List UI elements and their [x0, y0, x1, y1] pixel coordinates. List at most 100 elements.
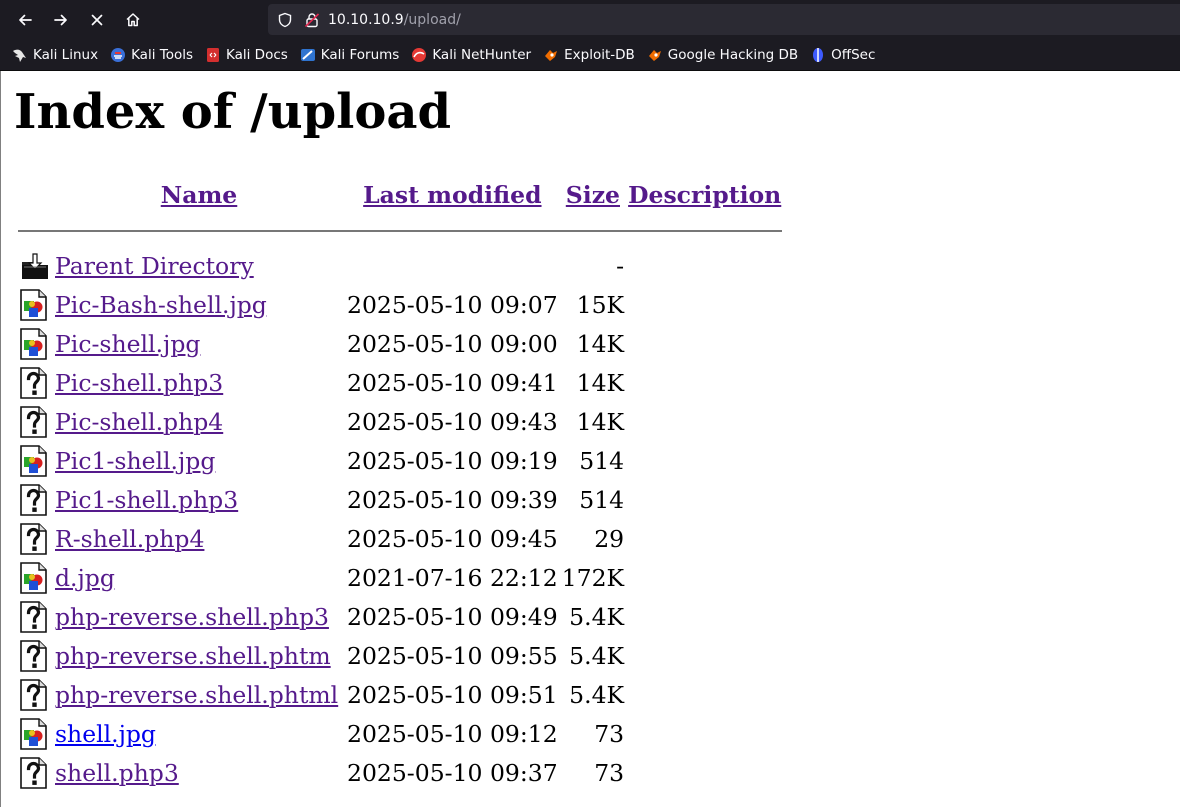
file-link[interactable]: php-reverse.shell.phtm [55, 642, 331, 670]
image-file-icon [18, 442, 52, 479]
table-row: Parent Directory - [18, 247, 782, 284]
size-cell: 5.4K [569, 680, 625, 709]
table-row: d.jpg 2021-07-16 22:12 172K [18, 559, 782, 596]
description-cell [627, 286, 782, 323]
last-modified-cell: 2025-05-10 09:43 [347, 407, 558, 436]
bookmark-kali-linux[interactable]: Kali Linux [12, 47, 98, 63]
bookmark-google-hacking-db[interactable]: Google Hacking DB [647, 47, 798, 63]
address-bar[interactable]: 10.10.10.9/upload/ [268, 4, 1180, 35]
bookmark-kali-forums[interactable]: Kali Forums [300, 47, 399, 63]
description-cell [627, 481, 782, 518]
bookmark-label: Exploit-DB [564, 46, 635, 63]
file-name-cell: php-reverse.shell.php3 [54, 598, 344, 635]
description-cell [627, 364, 782, 401]
last-modified-cell: 2025-05-10 09:12 [347, 719, 558, 748]
description-cell [627, 403, 782, 440]
bookmark-offsec[interactable]: OffSec [810, 47, 875, 63]
size-cell: 15K [576, 290, 625, 319]
home-icon [126, 12, 140, 26]
file-link[interactable]: d.jpg [55, 564, 115, 592]
size-cell: 5.4K [569, 602, 625, 631]
table-row: Pic-shell.jpg 2025-05-10 09:00 14K [18, 325, 782, 362]
kali-dragon-icon [12, 47, 28, 63]
header-divider-cell [18, 219, 783, 245]
file-link[interactable]: Pic-shell.php3 [55, 369, 223, 397]
file-name-cell: Pic-Bash-shell.jpg [54, 286, 344, 323]
forward-arrow-icon [54, 14, 67, 25]
file-link[interactable]: Pic-shell.php4 [55, 408, 223, 436]
header-last-modified: Last modified [346, 173, 559, 217]
file-name-cell: Pic1-shell.php3 [54, 481, 344, 518]
bookmark-label: Kali Tools [131, 46, 193, 63]
last-modified-cell: 2025-05-10 09:55 [347, 641, 558, 670]
size-cell: 73 [594, 758, 625, 787]
file-link[interactable]: php-reverse.shell.php3 [55, 603, 329, 631]
browser-chrome: 10.10.10.9/upload/ Kali Linux Kali Tools K… [0, 0, 1180, 71]
ghdb-icon [647, 47, 663, 63]
file-link[interactable]: Pic-shell.jpg [55, 330, 200, 358]
table-row: Pic-Bash-shell.jpg 2025-05-10 09:07 15K [18, 286, 782, 323]
kali-tools-icon [110, 47, 126, 63]
sort-by-description-link[interactable]: Description [628, 181, 781, 209]
size-cell: 14K [576, 368, 625, 397]
last-modified-cell: 2025-05-10 09:19 [347, 446, 558, 475]
url-path: /upload/ [403, 11, 461, 28]
kali-forums-icon [300, 47, 316, 63]
sort-by-size-link[interactable]: Size [566, 181, 620, 209]
file-name-cell: Pic1-shell.jpg [54, 442, 344, 479]
header-divider [18, 229, 783, 232]
image-file-icon [18, 715, 52, 752]
last-modified-cell: 2025-05-10 09:51 [347, 680, 558, 709]
sort-by-last-modified-link[interactable]: Last modified [363, 181, 541, 209]
last-modified-cell: 2025-05-10 09:41 [347, 368, 558, 397]
description-cell [627, 676, 782, 713]
navigation-toolbar: 10.10.10.9/upload/ [0, 0, 1180, 39]
tracking-protection-shield-icon[interactable] [277, 12, 293, 28]
sort-by-name-link[interactable]: Name [161, 181, 238, 209]
size-cell: 5.4K [569, 641, 625, 670]
image-file-icon [18, 325, 52, 362]
table-row: php-reverse.shell.phtml 2025-05-10 09:51 5… [18, 676, 782, 713]
description-cell [627, 520, 782, 557]
bookmark-label: OffSec [831, 46, 876, 63]
file-link[interactable]: R-shell.php4 [55, 525, 204, 553]
bookmark-kali-nethunter[interactable]: Kali NetHunter [411, 47, 531, 63]
unknown-file-icon [18, 676, 52, 713]
file-link[interactable]: Parent Directory [55, 252, 254, 280]
back-button[interactable] [7, 5, 43, 35]
bookmark-kali-docs[interactable]: Kali Docs [205, 47, 288, 63]
table-row: Pic1-shell.jpg 2025-05-10 09:19 514 [18, 442, 782, 479]
home-button[interactable] [115, 5, 151, 35]
last-modified-cell: 2025-05-10 09:00 [347, 329, 558, 358]
bookmarks-toolbar: Kali Linux Kali Tools Kali Docs Kali Forums… [0, 39, 1180, 71]
bookmark-label: Google Hacking DB [667, 46, 799, 63]
file-link[interactable]: shell.jpg [55, 720, 156, 748]
file-link[interactable]: Pic-Bash-shell.jpg [55, 291, 267, 319]
file-name-cell: Parent Directory [54, 247, 344, 284]
insecure-lock-icon[interactable] [304, 12, 320, 28]
bookmark-kali-tools[interactable]: Kali Tools [110, 47, 193, 63]
file-link[interactable]: Pic1-shell.php3 [55, 486, 238, 514]
file-link[interactable]: Pic1-shell.jpg [55, 447, 215, 475]
file-link[interactable]: shell.php3 [55, 759, 179, 787]
bookmark-exploit-db[interactable]: Exploit-DB [543, 47, 635, 63]
description-cell [627, 442, 782, 479]
description-cell [627, 754, 782, 791]
table-row: Pic-shell.php3 2025-05-10 09:41 14K [18, 364, 782, 401]
table-row: php-reverse.shell.php3 2025-05-10 09:49 5.… [18, 598, 782, 635]
close-icon [91, 14, 103, 25]
table-row: shell.jpg 2025-05-10 09:12 73 [18, 715, 782, 752]
file-name-cell: shell.jpg [54, 715, 344, 752]
forward-button[interactable] [43, 5, 79, 35]
unknown-file-icon [18, 481, 52, 518]
last-modified-cell: 2025-05-10 09:07 [347, 290, 558, 319]
bookmark-label: Kali NetHunter [432, 46, 532, 63]
last-modified-cell: 2025-05-10 09:39 [347, 485, 558, 514]
bookmark-label: Kali Linux [33, 46, 99, 63]
image-file-icon [18, 286, 52, 323]
header-name: Name [54, 173, 344, 217]
header-size: Size [561, 173, 625, 217]
size-cell: 514 [579, 446, 625, 475]
stop-loading-button[interactable] [79, 5, 115, 35]
file-link[interactable]: php-reverse.shell.phtml [55, 681, 338, 709]
